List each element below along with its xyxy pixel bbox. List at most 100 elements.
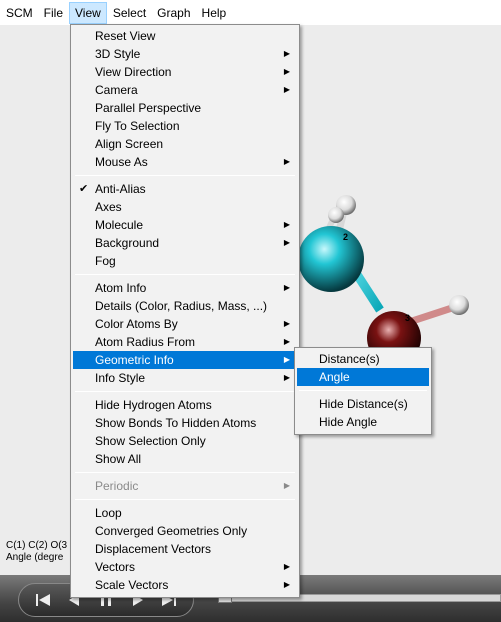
menu-item-label: Camera <box>95 83 138 97</box>
menu-item-molecule[interactable]: Molecule ▶ <box>73 216 297 234</box>
selection-readout: C(1) C(2) O(3 <box>6 540 68 551</box>
menu-item-distance-s[interactable]: Distance(s) <box>297 350 429 368</box>
submenu-arrow-icon: ▶ <box>283 373 290 382</box>
menu-item-label: Angle <box>319 370 350 384</box>
menu-item-label: Show Selection Only <box>95 434 206 448</box>
atom-hydrogen[interactable] <box>449 295 469 315</box>
view-menu: Reset View 3D Style ▶ View Direction ▶ Camera… <box>70 24 300 598</box>
menu-item-camera[interactable]: Camera ▶ <box>73 81 297 99</box>
menu-scm[interactable]: SCM <box>1 2 38 24</box>
menu-item-label: Align Screen <box>95 137 164 151</box>
submenu-arrow-icon: ▶ <box>283 319 290 328</box>
menu-item-label: Background <box>95 236 160 250</box>
menu-item-background[interactable]: Background ▶ <box>73 234 297 252</box>
menu-item-fog[interactable]: Fog <box>73 252 297 270</box>
menu-item-loop[interactable]: Loop <box>73 504 297 522</box>
menu-item-3d-style[interactable]: 3D Style ▶ <box>73 45 297 63</box>
submenu-arrow-icon: ▶ <box>283 283 290 292</box>
menu-item-label: Loop <box>95 506 122 520</box>
submenu-arrow-icon: ▶ <box>283 481 290 490</box>
menu-item-label: Atom Info <box>95 281 147 295</box>
atom-carbon-2[interactable] <box>298 226 364 292</box>
menu-item-label: Anti-Alias <box>95 182 146 196</box>
menu-item-show-all[interactable]: Show All <box>73 450 297 468</box>
first-frame-icon[interactable] <box>32 589 54 611</box>
menu-item-label: Scale Vectors <box>95 578 169 592</box>
menu-separator <box>75 274 295 275</box>
menu-item-label: Show Bonds To Hidden Atoms <box>95 416 257 430</box>
atom-label-2: 2 <box>343 232 348 242</box>
menu-select[interactable]: Select <box>108 2 151 24</box>
submenu-arrow-icon: ▶ <box>283 49 290 58</box>
menu-item-atom-info[interactable]: Atom Info ▶ <box>73 279 297 297</box>
menu-item-scale-vectors[interactable]: Scale Vectors ▶ <box>73 576 297 594</box>
menu-item-hide-distance-s[interactable]: Hide Distance(s) <box>297 395 429 413</box>
menu-bar: SCM File View Select Graph Help <box>0 0 501 25</box>
menu-item-label: Hide Angle <box>319 415 378 429</box>
menu-item-displacement-vectors[interactable]: Displacement Vectors <box>73 540 297 558</box>
submenu-arrow-icon: ▶ <box>283 238 290 247</box>
submenu-arrow-icon: ▶ <box>283 562 290 571</box>
menu-item-info-style[interactable]: Info Style ▶ <box>73 369 297 387</box>
menu-item-label: Geometric Info <box>95 353 174 367</box>
menu-item-parallel-perspective[interactable]: Parallel Perspective <box>73 99 297 117</box>
menu-item-label: Molecule <box>95 218 144 232</box>
menu-item-atom-radius-from[interactable]: Atom Radius From ▶ <box>73 333 297 351</box>
menu-item-label: Displacement Vectors <box>95 542 212 556</box>
menu-item-view-direction[interactable]: View Direction ▶ <box>73 63 297 81</box>
geometric-info-submenu: Distance(s) Angle Hide Distance(s) Hide Ang… <box>294 347 432 435</box>
atom-hydrogen[interactable] <box>328 207 344 223</box>
menu-item-label: Hide Distance(s) <box>319 397 408 411</box>
menu-item-geometric-info[interactable]: Geometric Info ▶ <box>73 351 297 369</box>
menu-item-color-atoms-by[interactable]: Color Atoms By ▶ <box>73 315 297 333</box>
menu-item-fly-to-selection[interactable]: Fly To Selection <box>73 117 297 135</box>
menu-file[interactable]: File <box>39 2 68 24</box>
menu-item-label: Info Style <box>95 371 146 385</box>
menu-item-hide-hydrogen-atoms[interactable]: Hide Hydrogen Atoms <box>73 396 297 414</box>
menu-view[interactable]: View <box>69 1 107 24</box>
menu-item-label: 3D Style <box>95 47 141 61</box>
menu-item-label: Fly To Selection <box>95 119 180 133</box>
menu-item-align-screen[interactable]: Align Screen <box>73 135 297 153</box>
menu-item-label: View Direction <box>95 65 172 79</box>
menu-item-reset-view[interactable]: Reset View <box>73 27 297 45</box>
menu-item-label: Color Atoms By <box>95 317 178 331</box>
menu-item-axes[interactable]: Axes <box>73 198 297 216</box>
status-text: C(1) C(2) O(3 Angle (degre <box>6 540 67 564</box>
angle-readout: Angle (degre <box>6 552 64 563</box>
menu-item-details-color-radius-mass[interactable]: Details (Color, Radius, Mass, ...) <box>73 297 297 315</box>
checkmark-icon: ✔ <box>79 183 89 195</box>
menu-item-mouse-as[interactable]: Mouse As ▶ <box>73 153 297 171</box>
menu-item-label: Converged Geometries Only <box>95 524 248 538</box>
menu-item-anti-alias[interactable]: ✔ Anti-Alias <box>73 180 297 198</box>
submenu-arrow-icon: ▶ <box>283 67 290 76</box>
submenu-arrow-icon: ▶ <box>283 580 290 589</box>
menu-help[interactable]: Help <box>197 2 232 24</box>
menu-graph[interactable]: Graph <box>152 2 195 24</box>
submenu-arrow-icon: ▶ <box>283 157 290 166</box>
submenu-arrow-icon: ▶ <box>283 85 290 94</box>
menu-separator <box>75 391 295 392</box>
menu-item-periodic: Periodic ▶ <box>73 477 297 495</box>
submenu-arrow-icon: ▶ <box>283 220 290 229</box>
menu-item-converged-geometries-only[interactable]: Converged Geometries Only <box>73 522 297 540</box>
menu-separator <box>75 175 295 176</box>
menu-item-label: Axes <box>95 200 122 214</box>
menu-item-label: Parallel Perspective <box>95 101 202 115</box>
menu-separator <box>75 472 295 473</box>
menu-item-label: Hide Hydrogen Atoms <box>95 398 212 412</box>
menu-item-label: Reset View <box>95 29 156 43</box>
menu-item-angle[interactable]: Angle <box>297 368 429 386</box>
atom-label-3: 3 <box>405 313 410 323</box>
menu-separator <box>75 499 295 500</box>
menu-item-label: Show All <box>95 452 142 466</box>
menu-item-show-selection-only[interactable]: Show Selection Only <box>73 432 297 450</box>
menu-item-label: Mouse As <box>95 155 148 169</box>
menu-item-hide-angle[interactable]: Hide Angle <box>297 413 429 431</box>
menu-item-label: Vectors <box>95 560 136 574</box>
menu-item-label: Details (Color, Radius, Mass, ...) <box>95 299 268 313</box>
menu-separator <box>299 390 427 391</box>
menu-item-label: Periodic <box>95 479 139 493</box>
menu-item-vectors[interactable]: Vectors ▶ <box>73 558 297 576</box>
menu-item-show-bonds-to-hidden-atoms[interactable]: Show Bonds To Hidden Atoms <box>73 414 297 432</box>
